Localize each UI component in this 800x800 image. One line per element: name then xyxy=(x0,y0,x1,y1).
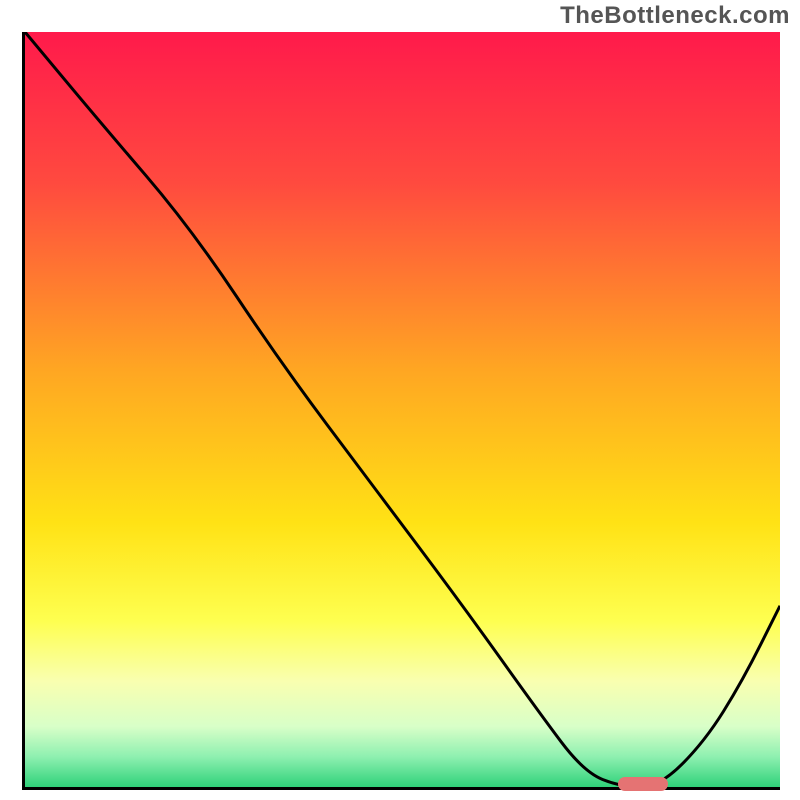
optimal-marker xyxy=(618,777,668,791)
watermark-text: TheBottleneck.com xyxy=(560,2,790,30)
chart-svg xyxy=(25,32,780,787)
gradient-background xyxy=(25,32,780,787)
chart-area xyxy=(22,32,780,790)
